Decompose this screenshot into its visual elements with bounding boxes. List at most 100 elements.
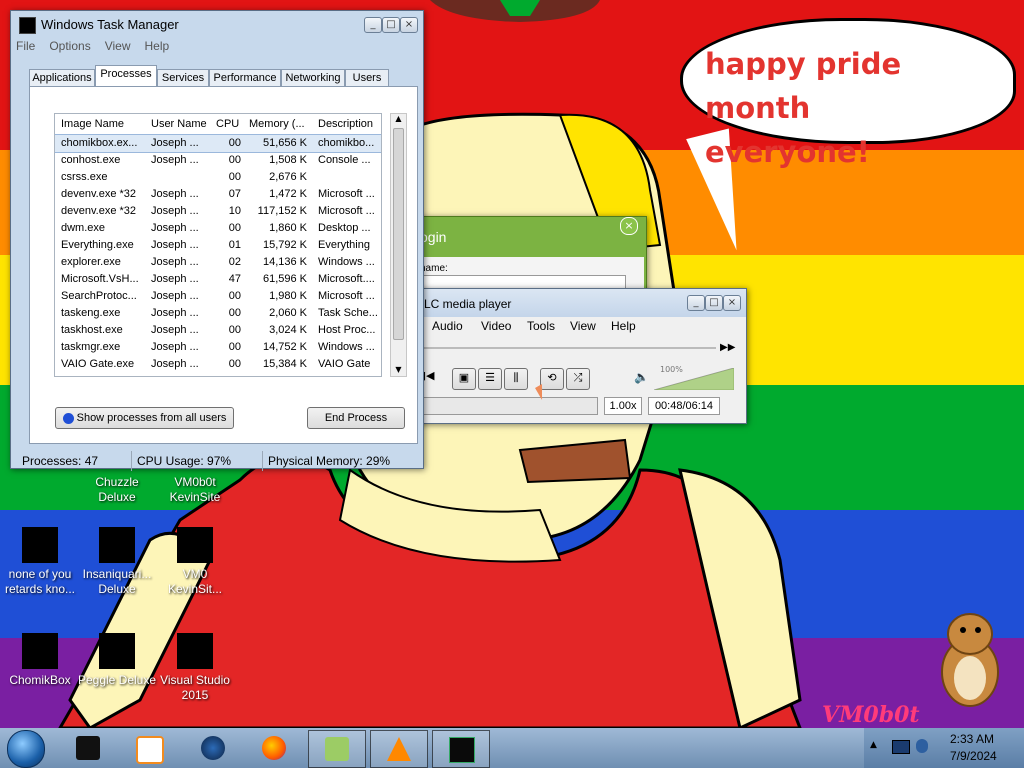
task-manager-window[interactable]: Windows Task Manager _ □ × File Options Vi… [10, 10, 424, 471]
desktop-icon-none-of-you[interactable]: none of you retards kno... [0, 527, 80, 597]
process-list-scrollbar[interactable]: ▲ ▼ [390, 113, 407, 377]
maximize-button[interactable]: □ [382, 17, 400, 33]
taskbar-firefox-icon[interactable] [246, 730, 302, 766]
taskbar-task-manager-icon[interactable] [432, 730, 490, 768]
desktop-icon-visual-studio[interactable]: Visual Studio 2015 [155, 633, 235, 703]
table-row[interactable]: SearchProtoc... Joseph ... 00 1,980 K Micros… [55, 288, 381, 305]
vlc-extended-settings-button[interactable]: ⫼ [504, 368, 528, 390]
table-cell: Microsoft.VsH... [61, 273, 139, 285]
desktop-icon-vm0-kevinsite[interactable]: VM0 KevinSit... [155, 527, 235, 597]
taskbar-globe-icon[interactable] [185, 730, 241, 766]
table-row[interactable]: Microsoft.VsH... Joseph ... 47 61,596 K Micr… [55, 271, 381, 288]
vlc-menu-view[interactable]: View [570, 319, 596, 333]
vlc-close-button[interactable]: × [723, 295, 741, 311]
vlc-menu-tools[interactable]: Tools [527, 319, 555, 333]
table-row[interactable]: explorer.exe Joseph ... 02 14,136 K Windows … [55, 254, 381, 271]
column-image-name[interactable]: Image Name [61, 118, 124, 130]
table-cell: 02 [228, 256, 241, 268]
table-row[interactable]: taskeng.exe Joseph ... 00 2,060 K Task Sche.… [55, 305, 381, 322]
process-list[interactable]: Image Name User Name CPU Memory (... Des… [54, 113, 382, 377]
vlc-minimize-button[interactable]: _ [687, 295, 705, 311]
table-row[interactable]: VAIO Gate.exe Joseph ... 00 15,384 K VAIO Ga… [55, 356, 381, 373]
close-button[interactable]: × [400, 17, 418, 33]
vlc-volume-icon[interactable]: 🔈 [634, 370, 649, 384]
icon-label-line1: Chuzzle [95, 475, 139, 489]
menu-options[interactable]: Options [49, 39, 90, 53]
login-window[interactable]: ogin × name: [405, 216, 647, 298]
end-process-button[interactable]: End Process [307, 407, 405, 429]
task-manager-menubar: File Options View Help [11, 39, 423, 57]
show-all-processes-button[interactable]: Show processes from all users [55, 407, 234, 429]
desktop-icon-insaniquarium[interactable]: Insaniquari... Deluxe [77, 527, 157, 597]
vlc-menu-video[interactable]: Video [481, 319, 511, 333]
menu-file[interactable]: File [16, 39, 35, 53]
table-cell: 01 [228, 239, 241, 251]
table-cell: 2,676 K [269, 171, 307, 183]
table-row[interactable]: devenv.exe *32 Joseph ... 07 1,472 K Microso… [55, 186, 381, 203]
table-cell: taskhost.exe [61, 324, 123, 336]
table-cell: 00 [228, 137, 241, 149]
menu-view[interactable]: View [105, 39, 131, 53]
table-row[interactable]: vlc.exe *32 Joseph ... 28 17,276 K VLC medi.… [55, 373, 381, 376]
table-cell: Host Proc... [318, 324, 376, 336]
table-cell: VAIO Gate.exe [61, 358, 135, 370]
menu-help[interactable]: Help [145, 39, 170, 53]
vlc-fullscreen-button[interactable]: ▣ [452, 368, 476, 390]
table-row[interactable]: taskhost.exe Joseph ... 00 3,024 K Host Proc… [55, 322, 381, 339]
minimize-button[interactable]: _ [364, 17, 382, 33]
table-cell: devenv.exe *32 [61, 205, 137, 217]
table-row[interactable]: devenv.exe *32 Joseph ... 10 117,152 K Micro… [55, 203, 381, 220]
scroll-up-icon[interactable]: ▲ [391, 114, 406, 126]
volume-tray-icon[interactable] [916, 739, 928, 753]
table-cell: Microsoft.... [318, 273, 375, 285]
taskbar-vlc-icon[interactable] [370, 730, 428, 768]
start-button[interactable] [7, 730, 45, 768]
table-row[interactable]: conhost.exe Joseph ... 00 1,508 K Console ..… [55, 152, 381, 169]
vlc-playlist-button[interactable]: ☰ [478, 368, 502, 390]
vlc-volume-slider[interactable] [654, 368, 734, 390]
vlc-progress-bar[interactable] [420, 397, 598, 415]
column-cpu[interactable]: CPU [216, 118, 239, 130]
table-row[interactable]: dwm.exe Joseph ... 00 1,860 K Desktop ... [55, 220, 381, 237]
vlc-shuffle-button[interactable]: ⤮ [566, 368, 590, 390]
table-row[interactable]: taskmgr.exe Joseph ... 00 14,752 K Windows .… [55, 339, 381, 356]
vlc-speed[interactable]: 1.00x [604, 397, 642, 415]
clock-time[interactable]: 2:33 AM [950, 732, 994, 746]
desktop-icon-vm0b0t-kevinsite[interactable]: VM0b0t KevinSite [155, 475, 235, 505]
show-hidden-icons-icon[interactable]: ▲ [870, 740, 877, 750]
table-cell: Microsoft ... [318, 290, 375, 302]
table-row[interactable]: csrss.exe 00 2,676 K [55, 169, 381, 186]
task-manager-icon [449, 737, 475, 763]
vlc-window[interactable]: LC media player _ □ × Audio Video Tools … [405, 288, 747, 424]
vlc-seekbar[interactable] [416, 347, 716, 349]
desktop-icon-chuzzle[interactable]: Chuzzle Deluxe [77, 475, 157, 505]
network-icon[interactable] [892, 740, 910, 754]
column-memory[interactable]: Memory (... [249, 118, 305, 130]
scroll-down-icon[interactable]: ▼ [391, 365, 406, 374]
vlc-menu-audio[interactable]: Audio [432, 319, 463, 333]
column-description[interactable]: Description [318, 118, 373, 130]
clock-date[interactable]: 7/9/2024 [950, 749, 997, 763]
table-row[interactable]: chomikbox.ex... Joseph ... 00 51,656 K chomi… [55, 134, 381, 153]
table-cell: 51,656 K [262, 137, 307, 149]
icon-label-line1: VM0b0t [174, 475, 216, 489]
tab-processes[interactable]: Processes [95, 65, 157, 88]
process-list-header: Image Name User Name CPU Memory (... Des… [55, 114, 381, 135]
taskbar-window-icon[interactable] [60, 730, 116, 766]
vlc-maximize-button[interactable]: □ [705, 295, 723, 311]
taskbar-media-player-icon[interactable] [120, 730, 176, 766]
vlc-time[interactable]: 00:48/06:14 [648, 397, 720, 415]
table-cell: 15,384 K [262, 358, 307, 370]
table-cell: Windows ... [318, 341, 375, 353]
table-row[interactable]: Everything.exe Joseph ... 01 15,792 K Everyt… [55, 237, 381, 254]
taskbar-chomikbox-icon[interactable] [308, 730, 366, 768]
table-cell: Everything [318, 239, 370, 251]
column-user-name[interactable]: User Name [151, 118, 207, 130]
scroll-thumb[interactable] [393, 128, 404, 340]
desktop-icon-peggle[interactable]: Peggle Deluxe [77, 633, 157, 688]
table-cell: 00 [228, 154, 241, 166]
vlc-next-frame-icon[interactable]: ▶▶ [720, 342, 735, 353]
login-close-icon[interactable]: × [620, 217, 638, 235]
vlc-menu-help[interactable]: Help [611, 319, 636, 333]
desktop-icon-chomikbox[interactable]: ChomikBox [0, 633, 80, 688]
